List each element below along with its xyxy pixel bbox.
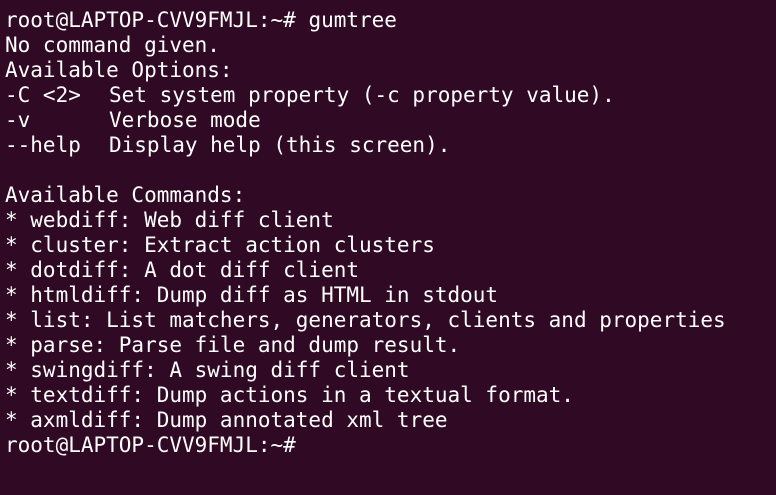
option-line: --help Display help (this screen). [5,133,776,158]
final-prompt-line[interactable]: root@LAPTOP-CVV9FMJL:~# [5,433,776,458]
command-item: * dotdiff: A dot diff client [5,258,360,282]
option-line: -C <2> Set system property (-c property v… [5,83,776,108]
command-line: root@LAPTOP-CVV9FMJL:~# gumtree [5,8,776,33]
command-item: * axmldiff: Dump annotated xml tree [5,408,448,432]
option-flag: -C <2> [5,83,81,107]
option-flag: --help [5,133,81,157]
option-desc: Set system property (-c property value). [109,83,615,107]
command-text: gumtree [295,8,397,32]
command-item: * textdiff: Dump actions in a textual fo… [5,383,574,407]
option-desc: Display help (this screen). [109,133,451,157]
option-desc: Verbose mode [109,108,261,132]
final-prompt: root@LAPTOP-CVV9FMJL:~# [5,433,296,457]
option-line: -v Verbose mode [5,108,776,133]
options-heading: Available Options: [5,58,233,82]
commands-heading: Available Commands: [5,183,246,207]
command-item: * cluster: Extract action clusters [5,233,435,257]
option-flag: -v [5,108,31,132]
terminal-window[interactable]: root@LAPTOP-CVV9FMJL:~# gumtree No comma… [0,0,776,495]
prompt: root@LAPTOP-CVV9FMJL:~# [5,8,296,32]
output-message: No command given. [5,33,220,57]
command-item: * webdiff: Web diff client [5,208,334,232]
command-item: * parse: Parse file and dump result. [5,333,461,357]
command-item: * list: List matchers, generators, clien… [5,308,726,332]
command-item: * swingdiff: A swing diff client [5,358,410,382]
command-item: * htmldiff: Dump diff as HTML in stdout [5,283,499,307]
